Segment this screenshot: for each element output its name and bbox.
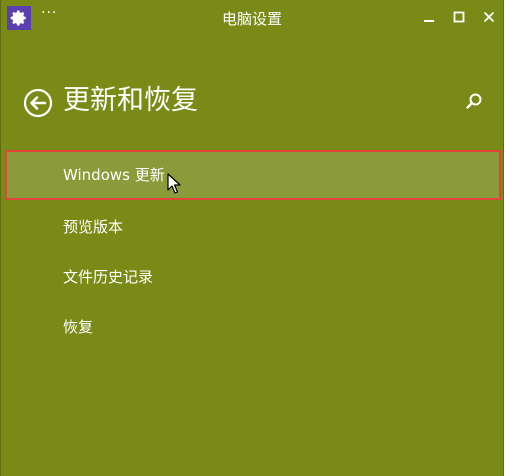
mouse-pointer-icon [167,173,181,194]
nav-item-windows-update[interactable]: Windows 更新 [5,150,501,200]
nav-item-preview-builds[interactable]: 预览版本 [5,202,501,252]
search-button[interactable] [465,92,487,114]
close-button[interactable] [477,6,501,28]
nav-item-file-history[interactable]: 文件历史记录 [5,252,501,302]
maximize-button[interactable] [447,6,471,28]
page-title: 更新和恢复 [63,85,198,116]
minimize-icon [424,20,434,22]
search-icon [466,93,482,109]
title-bar[interactable]: ··· 电脑设置 [1,0,503,34]
back-button[interactable] [23,88,53,118]
maximize-icon [453,11,465,23]
nav-item-recovery[interactable]: 恢复 [5,302,501,352]
close-icon [483,11,495,23]
settings-window: ··· 电脑设置 更新和恢复 Windows 更新 预览版本 文件历史记录 恢复 [0,0,504,476]
minimize-button[interactable] [417,6,441,28]
back-arrow-circle-icon [23,88,53,118]
